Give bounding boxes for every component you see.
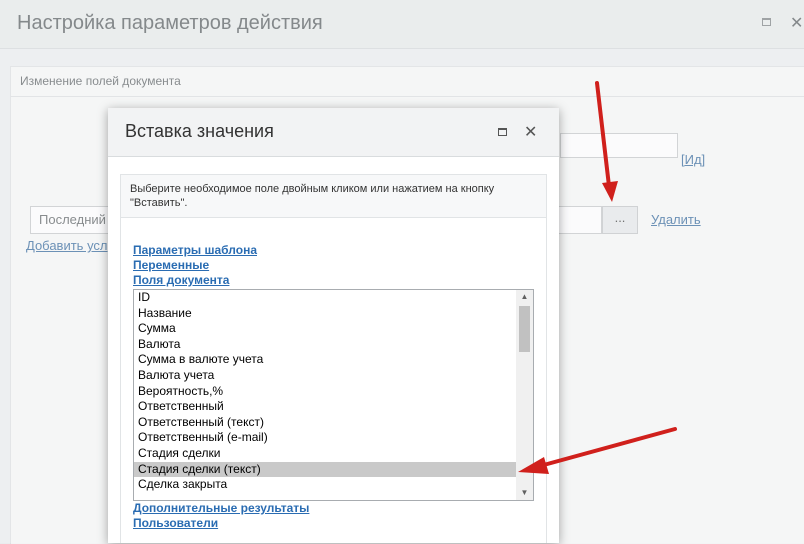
document-fields-listbox[interactable]: ID Название Сумма Валюта Сумма в валюте … [133, 289, 534, 501]
maximize-icon[interactable] [498, 128, 507, 136]
close-icon[interactable]: ✕ [524, 122, 537, 142]
field-list: ID Название Сумма Валюта Сумма в валюте … [134, 290, 516, 493]
list-scrollbar[interactable]: ▲ ▼ [516, 290, 533, 500]
list-item[interactable]: Сумма [134, 321, 516, 337]
list-item[interactable]: Ответственный (текст) [134, 415, 516, 431]
list-item[interactable]: Валюта [134, 337, 516, 353]
group-link-users[interactable]: Пользователи [133, 516, 218, 530]
hint-box: Выберите необходимое поле двойным кликом… [120, 174, 547, 218]
insert-value-dialog: Вставка значения ✕ Выберите необходимое … [108, 108, 559, 543]
list-item[interactable]: Ответственный [134, 399, 516, 415]
scroll-thumb[interactable] [519, 306, 530, 352]
group-link-additional-results[interactable]: Дополнительные результаты [133, 501, 309, 515]
hint-text: Выберите необходимое поле двойным кликом… [130, 183, 495, 209]
list-item[interactable]: Название [134, 306, 516, 322]
group-link-document-fields[interactable]: Поля документа [133, 273, 229, 287]
group-link-variables[interactable]: Переменные [133, 258, 209, 272]
list-item[interactable]: Стадия сделки [134, 446, 516, 462]
dialog-header: Вставка значения ✕ [108, 108, 559, 157]
list-item[interactable]: Вероятность,% [134, 384, 516, 400]
group-link-template-params[interactable]: Параметры шаблона [133, 243, 257, 257]
scroll-up-icon[interactable]: ▲ [516, 290, 533, 304]
list-item[interactable]: Валюта учета [134, 368, 516, 384]
list-item[interactable]: ID [134, 290, 516, 306]
list-item[interactable]: Сумма в валюте учета [134, 352, 516, 368]
list-item[interactable]: Ответственный (e-mail) [134, 430, 516, 446]
scroll-down-icon[interactable]: ▼ [516, 486, 533, 500]
dialog-title: Вставка значения [125, 121, 274, 141]
list-item[interactable]: Сделка закрыта [134, 477, 516, 493]
list-item-selected[interactable]: Стадия сделки (текст) [134, 461, 516, 478]
